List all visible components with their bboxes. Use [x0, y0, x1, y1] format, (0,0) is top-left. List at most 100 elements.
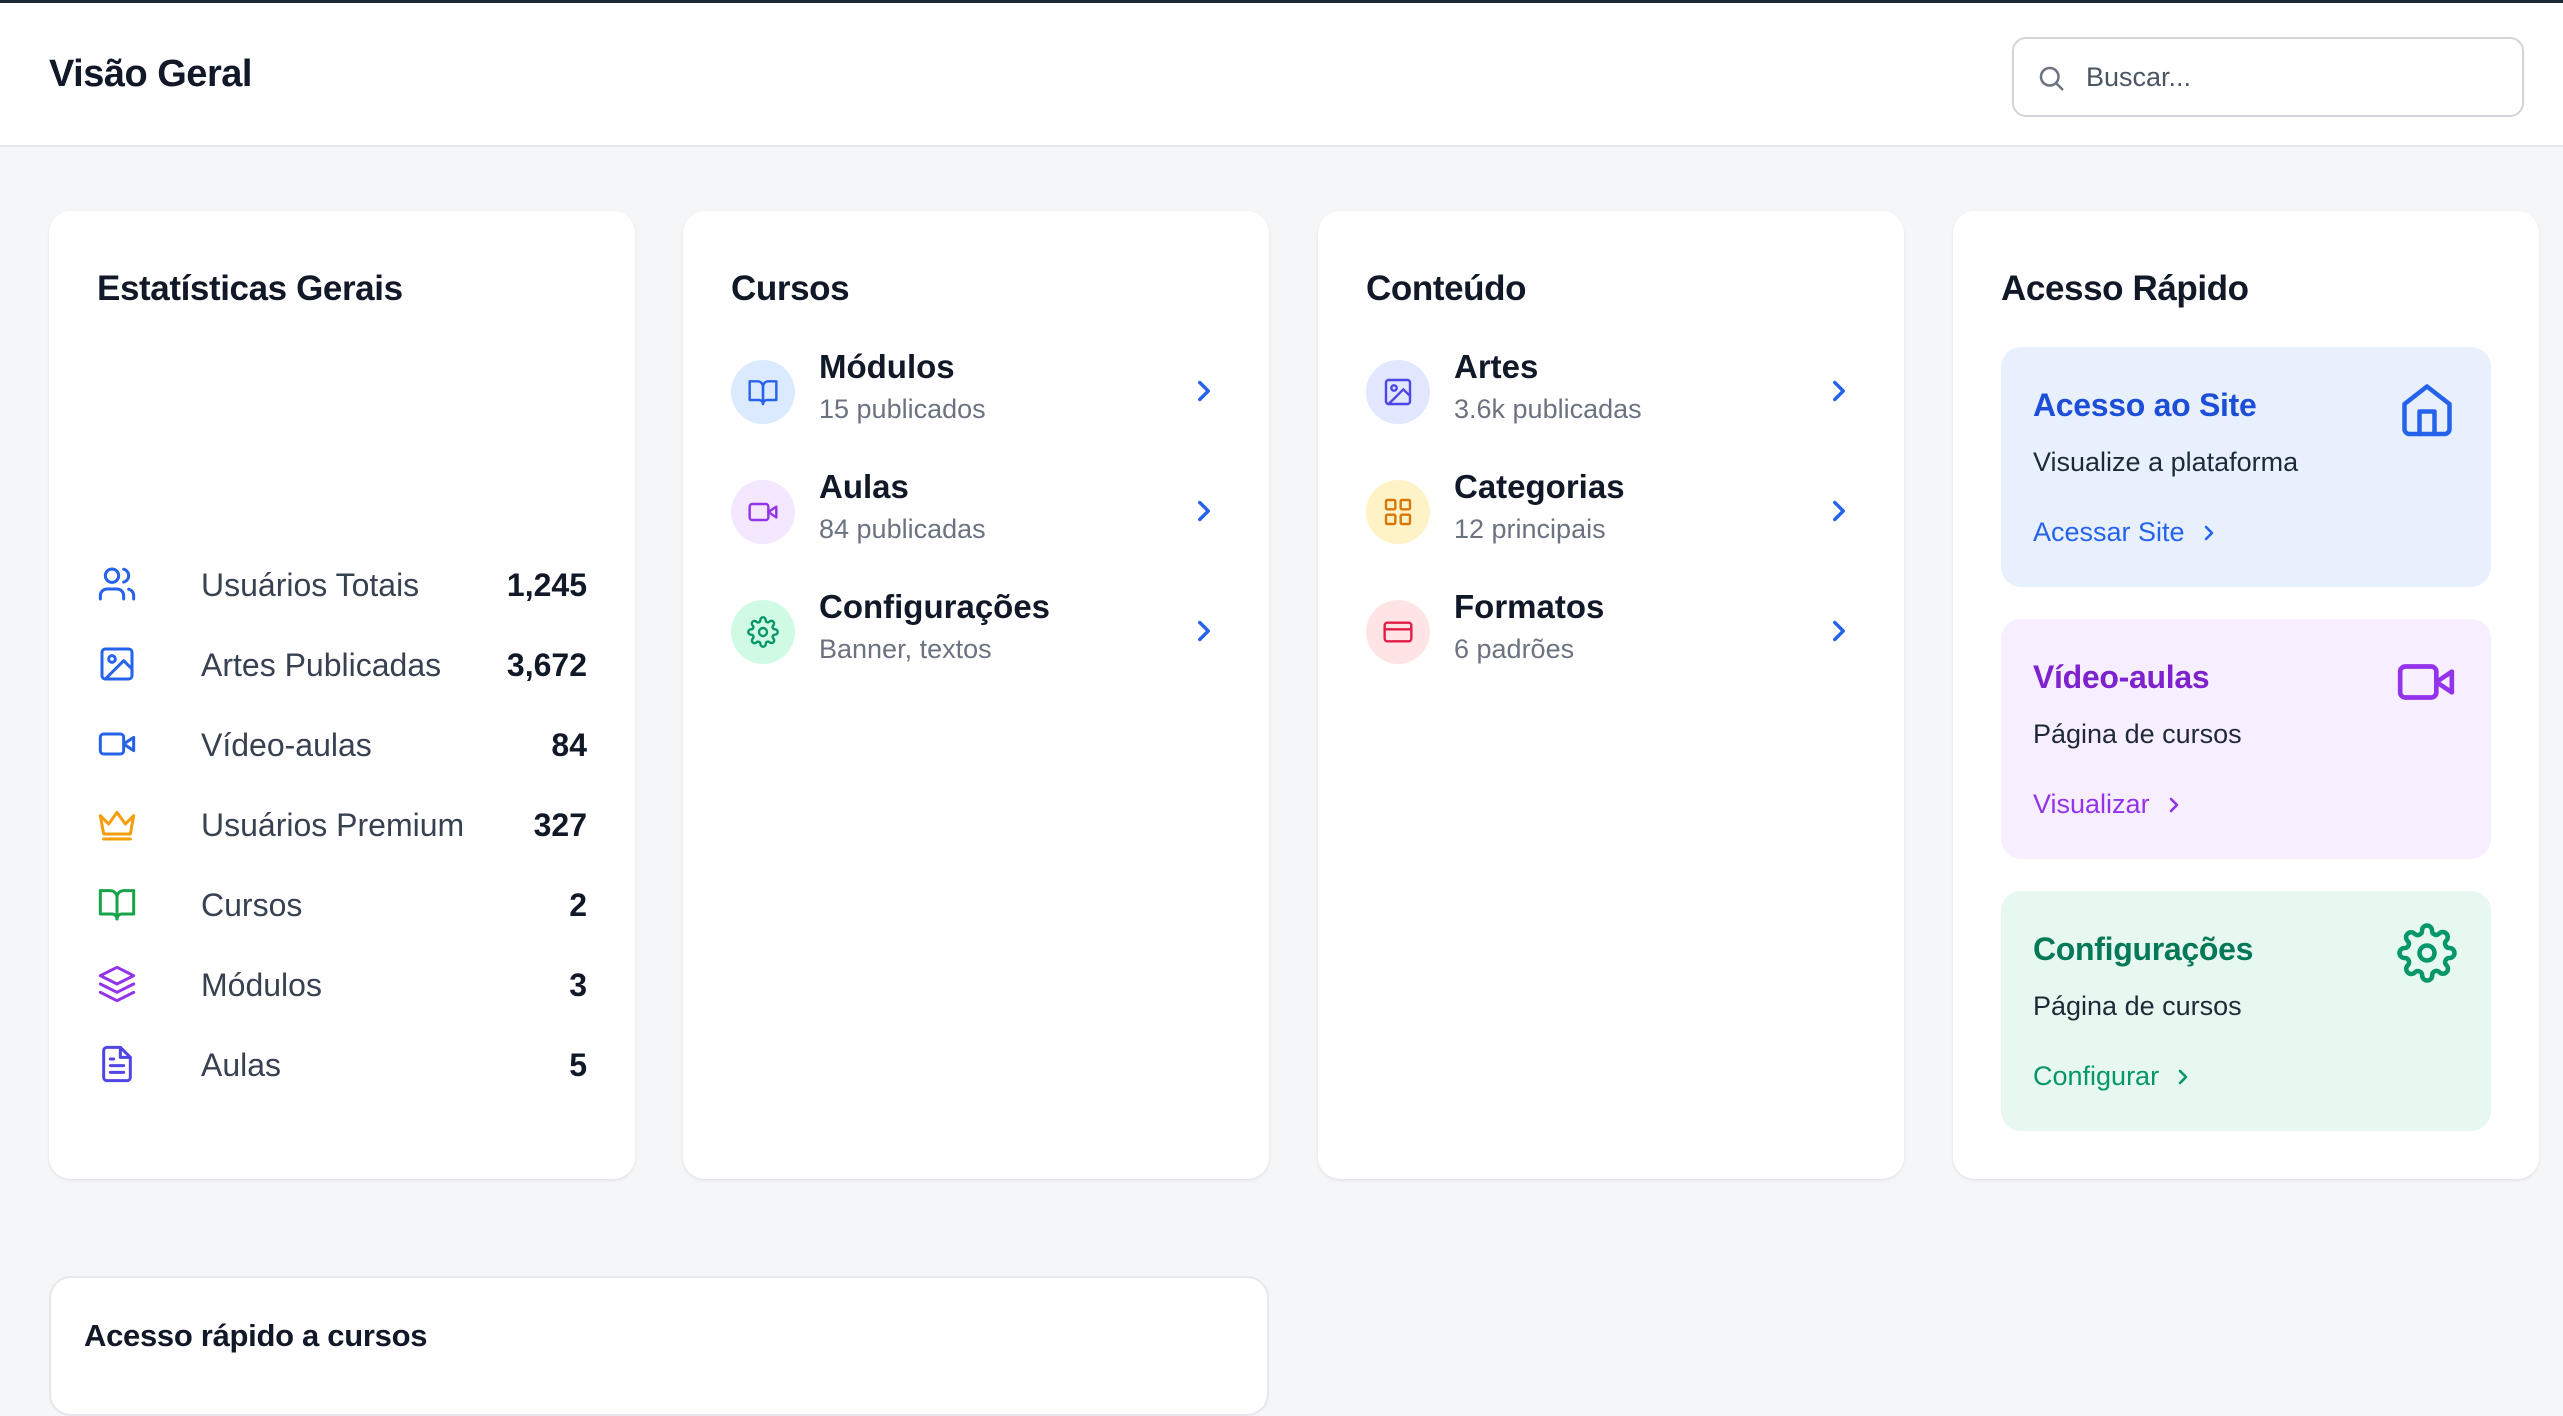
crown-icon [98, 810, 136, 841]
home-icon [2402, 384, 2452, 437]
cursos-title: Cursos [731, 269, 850, 308]
nav-item-title: Aulas [819, 468, 909, 505]
nav-item-sub: Banner, textos [819, 634, 992, 664]
quick-link-label: Visualizar [2033, 789, 2150, 819]
aulas-badge [731, 480, 795, 544]
search-icon [2039, 66, 2064, 91]
search-box[interactable] [2012, 37, 2524, 117]
chevron-right-icon [1833, 500, 1845, 522]
video-icon [2397, 664, 2455, 700]
stat-value: 3 [569, 967, 587, 1003]
quick-access-configuracoes[interactable]: Configurações Página de cursos Configura… [2001, 891, 2491, 1131]
quick-link-label: Configurar [2033, 1061, 2160, 1091]
quick-access-site[interactable]: Acesso ao Site Visualize a plataforma Ac… [2001, 347, 2491, 587]
acessar-site-link[interactable]: Acessar Site [2033, 517, 2221, 548]
credit-card-icon [1383, 621, 1413, 643]
top-header: Visão Geral [0, 0, 2563, 147]
chevron-right-icon [1198, 500, 1210, 522]
stat-label: Usuários Totais [201, 567, 420, 603]
layers-icon [98, 965, 136, 1003]
acesso-rapido-card: Acesso Rápido Acesso ao Site Visualize a… [1953, 211, 2539, 1179]
nav-item-title: Formatos [1454, 588, 1605, 625]
stat-label: Usuários Premium [201, 807, 465, 843]
quick-title: Configurações [2033, 931, 2254, 967]
quick-access-videoaulas[interactable]: Vídeo-aulas Página de cursos Visualizar [2001, 619, 2491, 859]
stat-value: 84 [551, 727, 587, 763]
conteudo-card: Conteúdo Artes 3.6k publicadas Categoria… [1318, 211, 1904, 1179]
stat-row-usuarios: Usuários Totais 1,245 [97, 554, 587, 614]
conteudo-title: Conteúdo [1366, 269, 1527, 308]
nav-item-sub: 6 padrões [1454, 634, 1575, 664]
modulos-badge [731, 360, 795, 424]
chevron-right-icon [2169, 797, 2178, 812]
nav-item-sub: 15 publicados [819, 394, 986, 424]
nav-item-title: Configurações [819, 588, 1051, 625]
stat-label: Vídeo-aulas [201, 727, 372, 763]
quick-title: Acesso ao Site [2033, 387, 2257, 423]
stat-value: 2 [569, 887, 587, 923]
visualizar-link[interactable]: Visualizar [2033, 789, 2186, 820]
formatos-badge [1366, 600, 1430, 664]
grid-icon [1384, 498, 1412, 526]
quick-desc: Página de cursos [2033, 719, 2242, 749]
cursos-card: Cursos Módulos 15 publicados Aulas 84 pu… [683, 211, 1269, 1179]
nav-item-title: Artes [1454, 348, 1539, 385]
acesso-title: Acesso Rápido [2001, 269, 2249, 308]
quick-link-label: Acessar Site [2033, 517, 2185, 547]
stat-label: Aulas [201, 1047, 282, 1083]
stat-row-cursos: Cursos 2 [97, 874, 587, 934]
stat-value: 1,245 [506, 567, 587, 603]
nav-item-categorias[interactable]: Categorias 12 principais [1366, 462, 1856, 562]
stats-title: Estatísticas Gerais [97, 269, 403, 308]
stat-row-modulos: Módulos 3 [97, 954, 587, 1014]
stat-label: Cursos [201, 887, 303, 923]
stat-row-aulas: Aulas 5 [97, 1034, 587, 1094]
image-icon [1384, 378, 1412, 406]
stats-card: Estatísticas Gerais Usuários Totais 1,24… [49, 211, 635, 1179]
stat-row-videoaulas: Vídeo-aulas 84 [97, 714, 587, 774]
stat-value: 327 [533, 807, 587, 843]
nav-item-sub: 12 principais [1454, 514, 1606, 544]
stat-row-artes: Artes Publicadas 3,672 [97, 634, 587, 694]
chevron-right-icon [1833, 380, 1845, 402]
nav-item-modulos[interactable]: Módulos 15 publicados [731, 342, 1221, 442]
video-icon [98, 732, 136, 756]
video-icon [748, 502, 778, 522]
gear-icon [747, 616, 779, 648]
quick-title: Vídeo-aulas [2033, 659, 2210, 695]
book-open-icon [748, 380, 778, 406]
nav-item-configuracoes[interactable]: Configurações Banner, textos [731, 582, 1221, 682]
nav-item-title: Categorias [1454, 468, 1625, 505]
stat-label: Módulos [201, 967, 322, 1003]
artes-badge [1366, 360, 1430, 424]
chevron-right-icon [1833, 620, 1845, 642]
stat-value: 5 [569, 1047, 587, 1083]
file-text-icon [102, 1045, 132, 1083]
stat-row-premium: Usuários Premium 327 [97, 794, 587, 854]
users-icon [98, 567, 136, 601]
quick-desc: Página de cursos [2033, 991, 2242, 1021]
gear-icon [2397, 923, 2457, 983]
quick-courses-title: Acesso rápido a cursos [84, 1318, 428, 1353]
configurar-link[interactable]: Configurar [2033, 1061, 2195, 1092]
nav-item-formatos[interactable]: Formatos 6 padrões [1366, 582, 1856, 682]
search-input[interactable] [2086, 53, 2506, 101]
chevron-right-icon [2204, 525, 2213, 540]
stat-label: Artes Publicadas [201, 647, 442, 683]
chevron-right-icon [1198, 620, 1210, 642]
nav-item-artes[interactable]: Artes 3.6k publicadas [1366, 342, 1856, 442]
nav-item-title: Módulos [819, 348, 955, 385]
stat-value: 3,672 [506, 647, 587, 683]
quick-courses-card: Acesso rápido a cursos [49, 1276, 1269, 1416]
page-title: Visão Geral [49, 53, 252, 95]
image-icon [100, 647, 134, 681]
configuracoes-badge [731, 600, 795, 664]
nav-item-sub: 3.6k publicadas [1454, 394, 1642, 424]
categorias-badge [1366, 480, 1430, 544]
nav-item-sub: 84 publicadas [819, 514, 986, 544]
nav-item-aulas[interactable]: Aulas 84 publicadas [731, 462, 1221, 562]
quick-desc: Visualize a plataforma [2033, 447, 2299, 477]
chevron-right-icon [1198, 380, 1210, 402]
book-open-icon [98, 889, 136, 921]
chevron-right-icon [2178, 1069, 2188, 1084]
